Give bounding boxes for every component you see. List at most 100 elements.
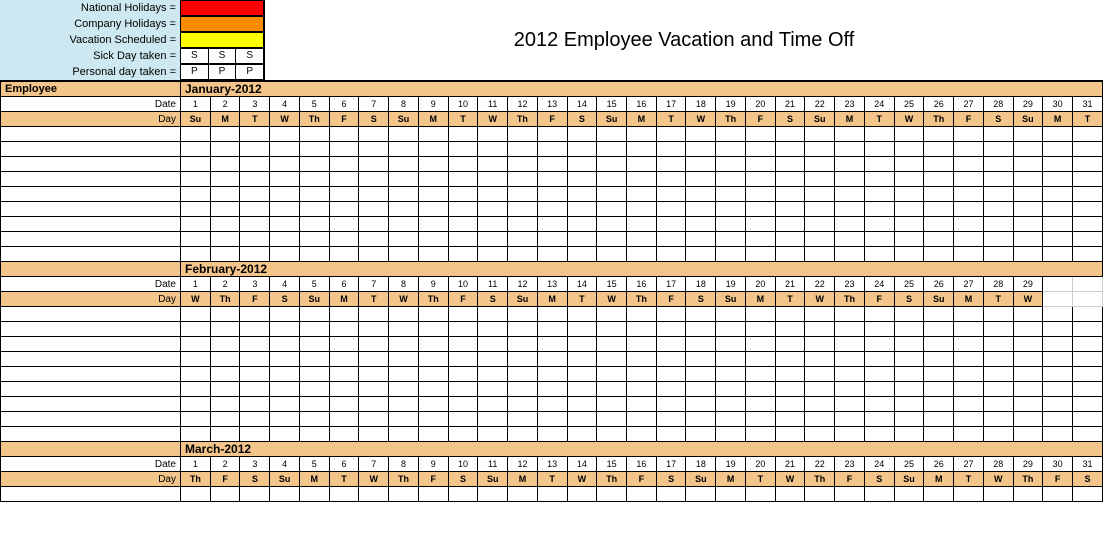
date-cell[interactable]: 8 — [389, 277, 419, 292]
data-cell[interactable] — [359, 142, 389, 157]
data-cell[interactable] — [894, 247, 924, 262]
data-cell[interactable] — [745, 202, 775, 217]
data-cell[interactable] — [894, 217, 924, 232]
data-cell[interactable] — [627, 352, 657, 367]
data-cell[interactable] — [775, 367, 805, 382]
date-cell[interactable]: 24 — [864, 97, 894, 112]
data-cell[interactable] — [835, 157, 865, 172]
data-cell[interactable] — [240, 412, 270, 427]
data-cell[interactable] — [270, 322, 300, 337]
data-cell[interactable] — [240, 352, 270, 367]
data-cell[interactable] — [983, 382, 1013, 397]
data-cell[interactable] — [537, 127, 567, 142]
employee-cell[interactable] — [1, 142, 181, 157]
data-cell[interactable] — [745, 322, 775, 337]
data-cell[interactable] — [1073, 232, 1103, 247]
data-cell[interactable] — [864, 157, 894, 172]
data-cell[interactable] — [835, 307, 865, 322]
data-cell[interactable] — [181, 232, 211, 247]
data-cell[interactable] — [924, 367, 954, 382]
data-cell[interactable] — [478, 367, 508, 382]
data-cell[interactable] — [448, 172, 478, 187]
data-cell[interactable] — [924, 142, 954, 157]
data-cell[interactable] — [240, 427, 270, 442]
data-cell[interactable] — [299, 367, 329, 382]
date-cell[interactable]: 19 — [716, 457, 746, 472]
data-cell[interactable] — [359, 427, 389, 442]
data-cell[interactable] — [448, 142, 478, 157]
date-cell[interactable]: 1 — [181, 457, 211, 472]
date-cell[interactable]: 6 — [329, 277, 359, 292]
data-cell[interactable] — [181, 187, 211, 202]
data-cell[interactable] — [597, 247, 627, 262]
data-cell[interactable] — [745, 352, 775, 367]
data-cell[interactable] — [1073, 352, 1103, 367]
data-cell[interactable] — [508, 202, 538, 217]
data-cell[interactable] — [240, 127, 270, 142]
data-cell[interactable] — [389, 382, 419, 397]
data-cell[interactable] — [299, 487, 329, 502]
data-cell[interactable] — [805, 397, 835, 412]
data-cell[interactable] — [686, 232, 716, 247]
data-cell[interactable] — [983, 322, 1013, 337]
data-cell[interactable] — [924, 187, 954, 202]
data-cell[interactable] — [329, 427, 359, 442]
data-cell[interactable] — [299, 187, 329, 202]
data-cell[interactable] — [1043, 187, 1073, 202]
data-cell[interactable] — [1013, 322, 1043, 337]
data-cell[interactable] — [864, 322, 894, 337]
data-cell[interactable] — [745, 367, 775, 382]
data-cell[interactable] — [240, 367, 270, 382]
data-cell[interactable] — [835, 217, 865, 232]
data-cell[interactable] — [805, 322, 835, 337]
data-cell[interactable] — [299, 232, 329, 247]
data-cell[interactable] — [1043, 427, 1073, 442]
data-cell[interactable] — [240, 202, 270, 217]
data-cell[interactable] — [597, 322, 627, 337]
data-cell[interactable] — [537, 142, 567, 157]
date-cell[interactable]: 13 — [537, 457, 567, 472]
data-cell[interactable] — [210, 367, 240, 382]
data-cell[interactable] — [299, 127, 329, 142]
data-cell[interactable] — [270, 382, 300, 397]
data-cell[interactable] — [745, 412, 775, 427]
data-cell[interactable] — [924, 397, 954, 412]
data-cell[interactable] — [1073, 187, 1103, 202]
data-cell[interactable] — [210, 172, 240, 187]
data-cell[interactable] — [627, 217, 657, 232]
data-cell[interactable] — [775, 427, 805, 442]
data-cell[interactable] — [924, 172, 954, 187]
data-cell[interactable] — [389, 127, 419, 142]
data-cell[interactable] — [924, 337, 954, 352]
date-cell[interactable]: 13 — [537, 277, 567, 292]
data-cell[interactable] — [508, 367, 538, 382]
data-cell[interactable] — [299, 397, 329, 412]
data-cell[interactable] — [835, 487, 865, 502]
data-cell[interactable] — [1013, 247, 1043, 262]
date-cell[interactable]: 17 — [656, 277, 686, 292]
data-cell[interactable] — [1013, 397, 1043, 412]
data-cell[interactable] — [210, 142, 240, 157]
data-cell[interactable] — [478, 187, 508, 202]
data-cell[interactable] — [716, 412, 746, 427]
data-cell[interactable] — [567, 172, 597, 187]
data-cell[interactable] — [894, 337, 924, 352]
data-cell[interactable] — [627, 172, 657, 187]
date-cell[interactable]: 18 — [686, 277, 716, 292]
data-cell[interactable] — [924, 412, 954, 427]
data-cell[interactable] — [686, 157, 716, 172]
data-cell[interactable] — [597, 232, 627, 247]
data-cell[interactable] — [418, 427, 448, 442]
data-cell[interactable] — [1013, 412, 1043, 427]
date-cell[interactable]: 26 — [924, 277, 954, 292]
date-cell[interactable]: 21 — [775, 457, 805, 472]
data-cell[interactable] — [1013, 487, 1043, 502]
data-cell[interactable] — [894, 427, 924, 442]
data-cell[interactable] — [359, 217, 389, 232]
data-cell[interactable] — [270, 127, 300, 142]
date-cell[interactable]: 10 — [448, 277, 478, 292]
data-cell[interactable] — [359, 172, 389, 187]
date-cell[interactable]: 15 — [597, 277, 627, 292]
date-cell[interactable]: 11 — [478, 457, 508, 472]
data-cell[interactable] — [389, 187, 419, 202]
